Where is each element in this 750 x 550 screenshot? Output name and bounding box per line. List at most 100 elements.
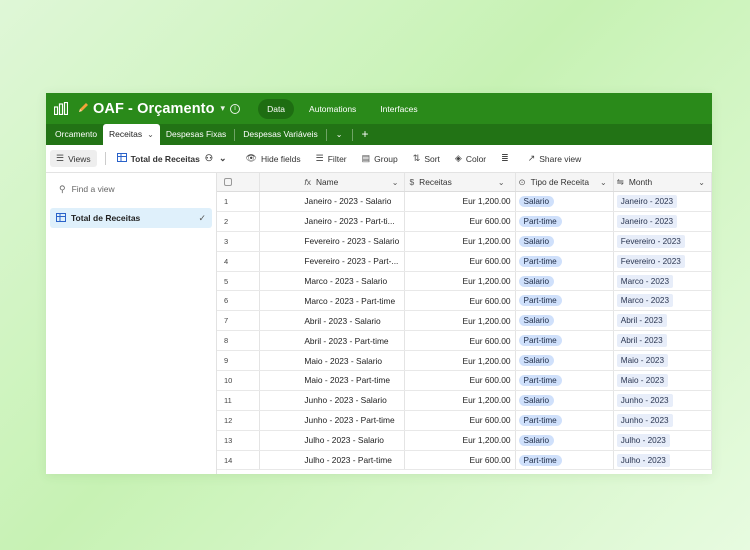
table-row[interactable]: 4 Fevereiro - 2023 - Part-... Eur 600.00 Pa…: [217, 251, 712, 272]
tipo-cell[interactable]: Salario: [516, 231, 614, 251]
month-cell[interactable]: Junho - 2023: [614, 410, 712, 430]
month-cell[interactable]: Junho - 2023: [614, 390, 712, 410]
chevron-down-icon[interactable]: ⌄: [698, 178, 705, 187]
receitas-cell[interactable]: Eur 1,200.00: [405, 390, 516, 410]
group-button[interactable]: ▤ Group: [356, 150, 404, 167]
select-all-checkbox[interactable]: [224, 178, 232, 186]
column-header-name[interactable]: fx Name ⌄: [260, 173, 406, 191]
base-title[interactable]: OAF - Orçamento: [93, 101, 215, 117]
month-cell[interactable]: Janeiro - 2023: [614, 211, 712, 231]
name-cell[interactable]: Maio - 2023 - Part-time: [260, 371, 406, 390]
month-cell[interactable]: Abril - 2023: [614, 331, 712, 351]
name-cell[interactable]: Junho - 2023 - Part-time: [260, 410, 406, 430]
table-row[interactable]: 2 Janeiro - 2023 - Part-ti... Eur 600.00 Pa…: [217, 211, 712, 232]
find-view-input[interactable]: ⚲ Find a view: [50, 178, 212, 200]
name-cell[interactable]: Janeiro - 2023 - Part-ti...: [260, 211, 406, 231]
receitas-cell[interactable]: Eur 600.00: [405, 371, 516, 390]
name-cell[interactable]: Abril - 2023 - Salario: [260, 311, 406, 331]
more-tables-chevron-icon[interactable]: ⌄: [329, 124, 350, 145]
row-height-button[interactable]: ≣: [495, 150, 519, 167]
chevron-down-icon[interactable]: ⌄: [498, 178, 505, 187]
table-row[interactable]: 9 Maio - 2023 - Salario Eur 1,200.00 Salari…: [217, 351, 712, 372]
receitas-cell[interactable]: Eur 600.00: [405, 251, 516, 271]
month-cell[interactable]: Maio - 2023: [614, 371, 712, 390]
chevron-down-icon[interactable]: ⌄: [600, 178, 607, 187]
month-cell[interactable]: Marco - 2023: [614, 271, 712, 291]
color-button[interactable]: ◈ Color: [449, 150, 492, 167]
receitas-cell[interactable]: Eur 600.00: [405, 291, 516, 311]
receitas-cell[interactable]: Eur 1,200.00: [405, 192, 516, 211]
table-tab-despesas-fixas[interactable]: Despesas Fixas: [160, 124, 232, 145]
month-cell[interactable]: Abril - 2023: [614, 311, 712, 331]
sidebar-item-total-de-receitas[interactable]: Total de Receitas ✓: [50, 208, 212, 228]
share-view-button[interactable]: ↗ Share view: [522, 150, 588, 167]
month-cell[interactable]: Fevereiro - 2023: [614, 251, 712, 271]
view-switcher[interactable]: Total de Receitas ⚇ ⌄: [111, 150, 237, 167]
name-cell[interactable]: Fevereiro - 2023 - Salario: [260, 231, 406, 251]
name-cell[interactable]: Junho - 2023 - Salario: [260, 390, 406, 410]
tipo-cell[interactable]: Salario: [516, 192, 614, 211]
month-cell[interactable]: Julho - 2023: [614, 450, 712, 470]
chevron-down-icon[interactable]: ▾: [221, 103, 226, 114]
month-cell[interactable]: Julho - 2023: [614, 430, 712, 450]
tipo-cell[interactable]: Salario: [516, 311, 614, 331]
name-cell[interactable]: Abril - 2023 - Part-time: [260, 331, 406, 351]
chevron-down-icon[interactable]: ⌄: [147, 124, 154, 145]
receitas-cell[interactable]: Eur 1,200.00: [405, 311, 516, 331]
month-cell[interactable]: Maio - 2023: [614, 351, 712, 371]
receitas-cell[interactable]: Eur 1,200.00: [405, 271, 516, 291]
table-row[interactable]: 14 Julho - 2023 - Part-time Eur 600.00 Part…: [217, 450, 712, 471]
receitas-cell[interactable]: Eur 600.00: [405, 450, 516, 470]
tipo-cell[interactable]: Salario: [516, 351, 614, 371]
tipo-cell[interactable]: Part-time: [516, 371, 614, 390]
tab-automations[interactable]: Automations: [300, 99, 365, 119]
tipo-cell[interactable]: Part-time: [516, 410, 614, 430]
table-row[interactable]: 10 Maio - 2023 - Part-time Eur 600.00 Part-…: [217, 371, 712, 391]
views-button[interactable]: ☰ Views: [50, 150, 97, 167]
receitas-cell[interactable]: Eur 1,200.00: [405, 231, 516, 251]
tab-interfaces[interactable]: Interfaces: [371, 99, 426, 119]
table-tab-receitas[interactable]: Receitas ⌄: [103, 124, 160, 145]
name-cell[interactable]: Marco - 2023 - Part-time: [260, 291, 406, 311]
tipo-cell[interactable]: Part-time: [516, 450, 614, 470]
receitas-cell[interactable]: Eur 600.00: [405, 410, 516, 430]
receitas-cell[interactable]: Eur 600.00: [405, 211, 516, 231]
table-row[interactable]: 6 Marco - 2023 - Part-time Eur 600.00 Part-…: [217, 291, 712, 312]
filter-button[interactable]: ☰ Filter: [310, 150, 353, 167]
month-cell[interactable]: Janeiro - 2023: [614, 192, 712, 211]
tipo-cell[interactable]: Salario: [516, 430, 614, 450]
hide-fields-button[interactable]: 👁︎ Hide fields: [240, 150, 307, 167]
tipo-cell[interactable]: Part-time: [516, 211, 614, 231]
table-row[interactable]: 11 Junho - 2023 - Salario Eur 1,200.00 Sala…: [217, 390, 712, 411]
table-row[interactable]: 5 Marco - 2023 - Salario Eur 1,200.00 Salar…: [217, 271, 712, 292]
info-icon[interactable]: i: [230, 103, 241, 114]
tipo-cell[interactable]: Salario: [516, 271, 614, 291]
name-cell[interactable]: Julho - 2023 - Part-time: [260, 450, 406, 470]
name-cell[interactable]: Marco - 2023 - Salario: [260, 271, 406, 291]
table-tab-despesas-variaveis[interactable]: Despesas Variáveis: [237, 124, 324, 145]
name-cell[interactable]: Fevereiro - 2023 - Part-...: [260, 251, 406, 271]
column-header-tipo[interactable]: ⊙ Tipo de Receita ⌄: [516, 173, 614, 191]
receitas-cell[interactable]: Eur 1,200.00: [405, 351, 516, 371]
table-row[interactable]: 3 Fevereiro - 2023 - Salario Eur 1,200.00 S…: [217, 231, 712, 252]
chevron-down-icon[interactable]: ⌄: [392, 178, 399, 187]
month-cell[interactable]: Marco - 2023: [614, 291, 712, 311]
table-tab-orcamento[interactable]: Orcamento: [49, 124, 103, 145]
table-row[interactable]: 13 Julho - 2023 - Salario Eur 1,200.00 Sala…: [217, 430, 712, 451]
receitas-cell[interactable]: Eur 600.00: [405, 331, 516, 351]
month-cell[interactable]: Fevereiro - 2023: [614, 231, 712, 251]
name-cell[interactable]: Janeiro - 2023 - Salario: [260, 192, 406, 211]
tipo-cell[interactable]: Part-time: [516, 331, 614, 351]
tab-data[interactable]: Data: [258, 98, 295, 119]
tipo-cell[interactable]: Part-time: [516, 251, 614, 271]
column-header-receitas[interactable]: $ Receitas ⌄: [405, 173, 516, 191]
table-row[interactable]: 12 Junho - 2023 - Part-time Eur 600.00 Part…: [217, 410, 712, 431]
tipo-cell[interactable]: Salario: [516, 390, 614, 410]
name-cell[interactable]: Julho - 2023 - Salario: [260, 430, 406, 450]
receitas-cell[interactable]: Eur 1,200.00: [405, 430, 516, 450]
column-header-month[interactable]: ⇋ Month ⌄: [614, 173, 712, 191]
tipo-cell[interactable]: Part-time: [516, 291, 614, 311]
name-cell[interactable]: Maio - 2023 - Salario: [260, 351, 406, 371]
table-row[interactable]: 1 Janeiro - 2023 - Salario Eur 1,200.00 Sal…: [217, 192, 712, 212]
table-row[interactable]: 8 Abril - 2023 - Part-time Eur 600.00 Part-…: [217, 331, 712, 352]
